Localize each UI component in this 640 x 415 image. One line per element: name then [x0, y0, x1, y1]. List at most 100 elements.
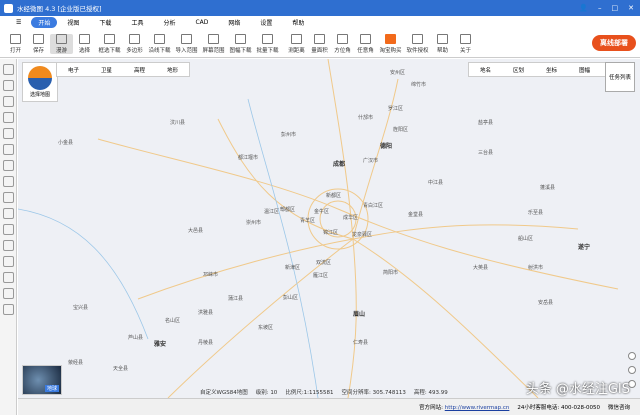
- draw-tool-icon[interactable]: [2, 304, 14, 315]
- place-label: 邛崃市: [203, 272, 219, 278]
- toolbar-button[interactable]: 屏幕范围: [200, 34, 227, 54]
- place-label: 彭州市: [281, 132, 297, 138]
- toolbar-button[interactable]: 软件授权: [404, 34, 431, 54]
- menu-item[interactable]: 设置: [250, 18, 282, 27]
- map-type-tab[interactable]: 高程: [123, 66, 156, 74]
- website-link[interactable]: http://www.rivermap.cn: [445, 405, 510, 411]
- compass-icon[interactable]: [628, 366, 636, 374]
- toolbar-button[interactable]: 测距离: [285, 34, 308, 54]
- place-label: 绵竹市: [411, 82, 427, 88]
- draw-tool-icon[interactable]: [2, 224, 14, 235]
- draw-tool-icon[interactable]: [2, 160, 14, 171]
- place-label: 天全县: [113, 366, 129, 372]
- toolbar-button[interactable]: 批量下载: [254, 34, 281, 54]
- toolbar-button[interactable]: 多边形: [123, 34, 146, 54]
- place-label: 旌阳区: [393, 127, 409, 133]
- draw-tool-icon[interactable]: [2, 128, 14, 139]
- place-label: 蓬溪县: [540, 185, 556, 191]
- task-list-button[interactable]: 任务列表: [605, 62, 635, 92]
- toolbar-icon: [314, 34, 325, 44]
- place-label: 三台县: [478, 150, 494, 156]
- draw-tool-icon[interactable]: [2, 96, 14, 107]
- draw-tool-icon[interactable]: [2, 112, 14, 123]
- globe-view-button[interactable]: 地球: [22, 365, 62, 395]
- toolbar: 打开 保存 漫游 选择 框选下载 多边形 沿线下载 导入范围 屏幕范围 图幅下载 批量下载 测距离 量面…: [0, 29, 640, 58]
- watermark: 头条 @水经注GIS: [525, 382, 630, 397]
- draw-tool-icon[interactable]: [2, 64, 14, 75]
- close-button[interactable]: ✕: [628, 4, 634, 12]
- map-tool-tab[interactable]: 地名: [469, 66, 502, 74]
- minimize-button[interactable]: –: [598, 4, 602, 12]
- level-label: 级别:: [255, 390, 269, 396]
- map-tool-tab[interactable]: 区划: [502, 66, 535, 74]
- city-label: 雅安: [154, 341, 167, 348]
- wechat-consult-link[interactable]: 微信咨询: [608, 403, 630, 411]
- draw-tool-icon[interactable]: [2, 256, 14, 267]
- toolbar-button[interactable]: 方位角: [331, 34, 354, 54]
- toolbar-button[interactable]: 漫游: [50, 34, 73, 54]
- menu-item[interactable]: CAD: [185, 19, 218, 26]
- menu-item[interactable]: 开始: [31, 17, 58, 28]
- map-type-tab[interactable]: 地形: [156, 66, 189, 74]
- map-tool-tab[interactable]: 图幅: [568, 66, 601, 74]
- maximize-button[interactable]: □: [612, 4, 619, 12]
- draw-tool-icon[interactable]: [2, 272, 14, 283]
- place-label: 盐亭县: [478, 120, 494, 126]
- toolbar-button[interactable]: 沿线下载: [146, 34, 173, 54]
- toolbar-button[interactable]: 图幅下载: [227, 34, 254, 54]
- draw-tool-icon[interactable]: [2, 176, 14, 187]
- menu-item[interactable]: 分析: [153, 18, 185, 27]
- draw-tool-icon[interactable]: [2, 144, 14, 155]
- hamburger-icon[interactable]: ☰: [6, 19, 31, 26]
- toolbar-icon: [437, 34, 448, 44]
- toolbar-label: 任意角: [357, 48, 374, 54]
- map-type-tab[interactable]: 卫星: [90, 66, 123, 74]
- toolbar-button[interactable]: 关于: [454, 34, 477, 54]
- place-label: 郫都区: [280, 207, 296, 213]
- map-view[interactable]: 选择地图 电子卫星高程地形 地名区划坐标图幅瓦片 任务列表 地球 成都德阳雅安遂…: [18, 59, 640, 398]
- draw-tool-icon[interactable]: [2, 240, 14, 251]
- map-selector-label: 选择地图: [29, 92, 50, 98]
- toolbar-icon: [291, 34, 302, 44]
- offline-deploy-button[interactable]: 离线部署: [592, 35, 636, 51]
- place-label: 金牛区: [314, 209, 330, 215]
- toolbar-label: 屏幕范围: [202, 48, 225, 54]
- toolbar-icon: [129, 34, 140, 44]
- place-label: 彭山区: [283, 295, 299, 301]
- toolbar-button[interactable]: 量面积: [308, 34, 331, 54]
- title-bar: 水经微图 4.3 [企业版已授权] 👤 – □ ✕: [0, 0, 640, 16]
- toolbar-icon: [412, 34, 423, 44]
- draw-tool-icon[interactable]: [2, 80, 14, 91]
- user-icon[interactable]: 👤: [579, 4, 588, 12]
- place-label: 金堂县: [408, 212, 424, 218]
- place-label: 简阳市: [383, 270, 399, 276]
- toolbar-label: 打开: [9, 48, 21, 54]
- draw-tool-icon[interactable]: [2, 192, 14, 203]
- draw-tool-icon[interactable]: [2, 208, 14, 219]
- toolbar-icon: [337, 34, 348, 44]
- locate-icon[interactable]: [628, 352, 636, 360]
- toolbar-label: 保存: [32, 48, 44, 54]
- toolbar-button[interactable]: 打开: [4, 34, 27, 54]
- menu-item[interactable]: 帮助: [282, 18, 314, 27]
- toolbar-button[interactable]: 淘宝购买: [377, 34, 404, 54]
- map-tool-tab[interactable]: 坐标: [535, 66, 568, 74]
- toolbar-button[interactable]: 保存: [27, 34, 50, 54]
- menu-item[interactable]: 网络: [218, 18, 250, 27]
- place-label: 射洪市: [528, 265, 544, 271]
- toolbar-button[interactable]: 任意角: [354, 34, 377, 54]
- scale-value: 1:1155581: [303, 390, 334, 396]
- menu-item[interactable]: 下载: [89, 18, 121, 27]
- toolbar-button[interactable]: 导入范围: [173, 34, 200, 54]
- menu-item[interactable]: 工具: [121, 18, 153, 27]
- toolbar-button[interactable]: 选择: [73, 34, 96, 54]
- toolbar-button[interactable]: 框选下载: [96, 34, 123, 54]
- menu-item[interactable]: 视图: [57, 18, 89, 27]
- map-type-tab[interactable]: 电子: [57, 66, 90, 74]
- draw-tool-icon[interactable]: [2, 288, 14, 299]
- toolbar-icon: [385, 34, 396, 44]
- toolbar-label: 多边形: [126, 48, 143, 54]
- toolbar-button[interactable]: 帮助: [431, 34, 454, 54]
- map-selector[interactable]: 选择地图: [22, 62, 58, 102]
- toolbar-icon: [262, 34, 273, 44]
